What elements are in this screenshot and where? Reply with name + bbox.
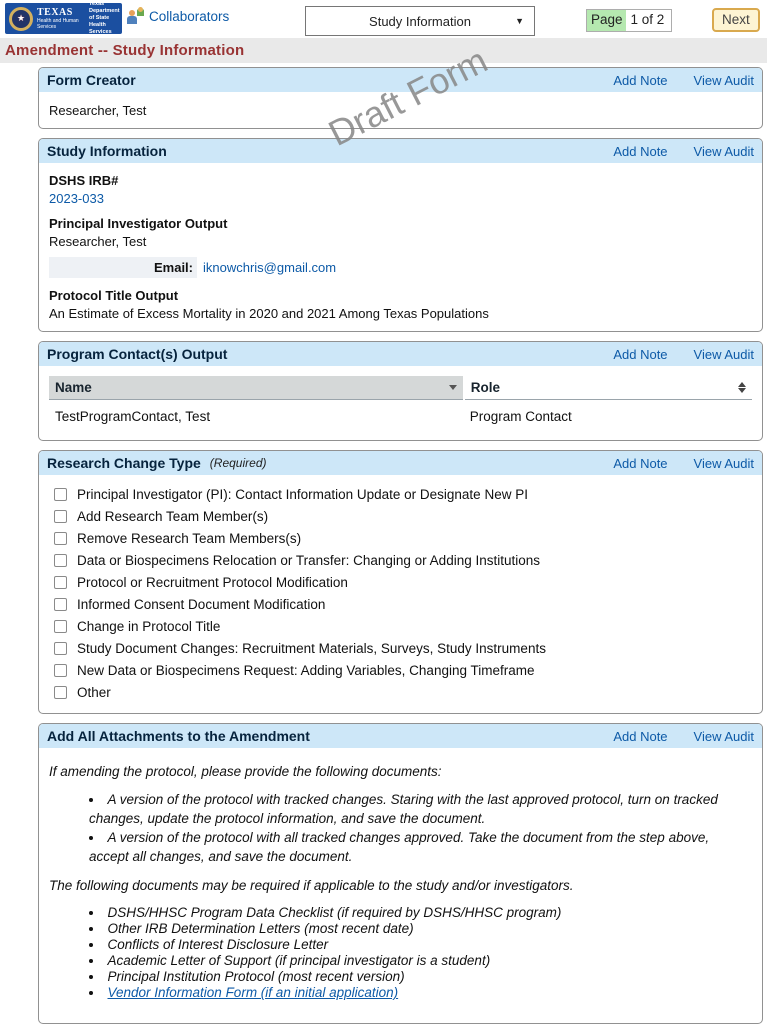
pi-output-label: Principal Investigator Output xyxy=(49,216,228,231)
section-research-change-type: Research Change Type (Required) Add Note… xyxy=(38,450,763,714)
section-dropdown[interactable]: Study Information ▼ xyxy=(305,6,535,36)
texas-seal-icon: ★ xyxy=(9,6,33,31)
change-type-option-other: Other xyxy=(49,681,752,703)
change-type-option-study-document-changes: Study Document Changes: Recruitment Mate… xyxy=(49,637,752,659)
irb-number-label: DSHS IRB# xyxy=(49,173,119,188)
texas-hhs-logo[interactable]: ★ TEXAS Health and Human Services Texas … xyxy=(5,0,122,36)
sort-both-icon xyxy=(738,382,746,393)
vendor-information-form-link[interactable]: Vendor Information Form (if an initial a… xyxy=(108,985,399,1000)
change-type-option-consent-modification: Informed Consent Document Modification xyxy=(49,593,752,615)
add-note-link[interactable]: Add Note xyxy=(613,347,667,362)
add-note-link[interactable]: Add Note xyxy=(613,73,667,88)
view-audit-link[interactable]: View Audit xyxy=(694,729,754,744)
table-row: TestProgramContact, Test Program Contact xyxy=(49,400,752,431)
section-title: Program Contact(s) Output xyxy=(47,346,228,362)
list-item: Vendor Information Form (if an initial a… xyxy=(89,985,752,1001)
list-item: Principal Institution Protocol (most rec… xyxy=(89,969,752,985)
list-item: Conflicts of Interest Disclosure Letter xyxy=(89,937,752,953)
checkbox-data-relocation[interactable] xyxy=(54,553,67,567)
change-type-option-title-change: Change in Protocol Title xyxy=(49,615,752,637)
chevron-down-icon: ▼ xyxy=(515,16,524,26)
logo-brand-subtext: Health and Human Services xyxy=(37,17,79,30)
email-label: Email: xyxy=(49,257,197,278)
list-item: Academic Letter of Support (if principal… xyxy=(89,953,752,969)
attachments-intro: If amending the protocol, please provide… xyxy=(49,764,442,779)
program-contacts-table: Name Role TestProgramContact, Test Progr… xyxy=(49,376,752,430)
section-title: Research Change Type xyxy=(47,455,201,471)
protocol-title-label: Protocol Title Output xyxy=(49,288,179,303)
section-header: Study Information Add Note View Audit xyxy=(39,139,762,163)
change-type-option-pi-update: Principal Investigator (PI): Contact Inf… xyxy=(49,483,752,505)
add-note-link[interactable]: Add Note xyxy=(613,144,667,159)
page-indicator-label: Page xyxy=(587,10,626,31)
view-audit-link[interactable]: View Audit xyxy=(694,144,754,159)
email-link[interactable]: iknowchris@gmail.com xyxy=(203,260,336,275)
column-header-role[interactable]: Role xyxy=(463,376,752,400)
change-type-option-add-team-member: Add Research Team Member(s) xyxy=(49,505,752,527)
email-row: Email: iknowchris@gmail.com xyxy=(49,257,752,278)
section-program-contacts: Program Contact(s) Output Add Note View … xyxy=(38,341,763,441)
section-title: Form Creator xyxy=(47,72,136,88)
view-audit-link[interactable]: View Audit xyxy=(694,73,754,88)
required-note: (Required) xyxy=(209,456,267,470)
column-header-name[interactable]: Name xyxy=(49,376,465,400)
checkbox-new-data-request[interactable] xyxy=(54,663,67,677)
next-button[interactable]: Next xyxy=(712,8,760,32)
collaborators-link[interactable]: Collaborators xyxy=(127,7,230,24)
section-header: Program Contact(s) Output Add Note View … xyxy=(39,342,762,366)
applicable-documents-list: DSHS/HHSC Program Data Checklist (if req… xyxy=(49,905,752,1001)
list-item: Other IRB Determination Letters (most re… xyxy=(89,921,752,937)
checkbox-other[interactable] xyxy=(54,685,67,699)
checkbox-protocol-modification[interactable] xyxy=(54,575,67,589)
add-note-link[interactable]: Add Note xyxy=(613,456,667,471)
view-audit-link[interactable]: View Audit xyxy=(694,347,754,362)
form-creator-value: Researcher, Test xyxy=(49,103,147,118)
checkbox-add-team-member[interactable] xyxy=(54,509,67,523)
section-study-information: Study Information Add Note View Audit DS… xyxy=(38,138,763,332)
add-note-link[interactable]: Add Note xyxy=(613,729,667,744)
change-type-option-new-data-request: New Data or Biospecimens Request: Adding… xyxy=(49,659,752,681)
section-dropdown-value: Study Information xyxy=(369,13,471,29)
change-type-option-protocol-modification: Protocol or Recruitment Protocol Modific… xyxy=(49,571,752,593)
checkbox-pi-update[interactable] xyxy=(54,487,67,501)
section-form-creator: Form Creator Add Note View Audit Researc… xyxy=(38,67,763,129)
checkbox-study-document-changes[interactable] xyxy=(54,641,67,655)
checkbox-title-change[interactable] xyxy=(54,619,67,633)
change-type-option-remove-team-member: Remove Research Team Members(s) xyxy=(49,527,752,549)
page-title: Amendment -- Study Information xyxy=(5,42,245,59)
sort-desc-icon xyxy=(448,385,457,390)
logo-brand-text: TEXAS xyxy=(37,6,73,18)
list-item: DSHS/HHSC Program Data Checklist (if req… xyxy=(89,905,752,921)
contact-name-cell: TestProgramContact, Test xyxy=(55,409,211,424)
protocol-title-value: An Estimate of Excess Mortality in 2020 … xyxy=(49,306,489,321)
checkbox-consent-modification[interactable] xyxy=(54,597,67,611)
list-item: A version of the protocol with tracked c… xyxy=(89,791,752,828)
logo-dept-text: Texas Department of State Health Service… xyxy=(89,0,120,36)
section-attachments: Add All Attachments to the Amendment Add… xyxy=(38,723,763,1024)
collaborators-label: Collaborators xyxy=(149,9,230,24)
contact-role-cell: Program Contact xyxy=(469,409,572,424)
section-header: Research Change Type (Required) Add Note… xyxy=(39,451,762,475)
view-audit-link[interactable]: View Audit xyxy=(694,456,754,471)
page-indicator: Page 1 of 2 xyxy=(586,9,673,32)
checkbox-remove-team-member[interactable] xyxy=(54,531,67,545)
list-item: A version of the protocol with all track… xyxy=(89,829,752,866)
page-indicator-value: 1 of 2 xyxy=(630,12,665,27)
collaborators-icon xyxy=(127,7,144,24)
section-header: Add All Attachments to the Amendment Add… xyxy=(39,724,762,748)
irb-number-value: 2023-033 xyxy=(49,191,104,206)
pi-output-value: Researcher, Test xyxy=(49,234,147,249)
protocol-documents-list: A version of the protocol with tracked c… xyxy=(49,791,752,866)
section-header: Form Creator Add Note View Audit xyxy=(39,68,762,92)
top-header: ★ TEXAS Health and Human Services Texas … xyxy=(0,0,767,38)
page-title-bar: Amendment -- Study Information xyxy=(0,38,767,63)
form-content: Form Creator Add Note View Audit Researc… xyxy=(38,67,763,1024)
change-type-option-data-relocation: Data or Biospecimens Relocation or Trans… xyxy=(49,549,752,571)
attachments-applicable-note: The following documents may be required … xyxy=(49,878,574,893)
section-title: Study Information xyxy=(47,143,167,159)
section-title: Add All Attachments to the Amendment xyxy=(47,728,310,744)
